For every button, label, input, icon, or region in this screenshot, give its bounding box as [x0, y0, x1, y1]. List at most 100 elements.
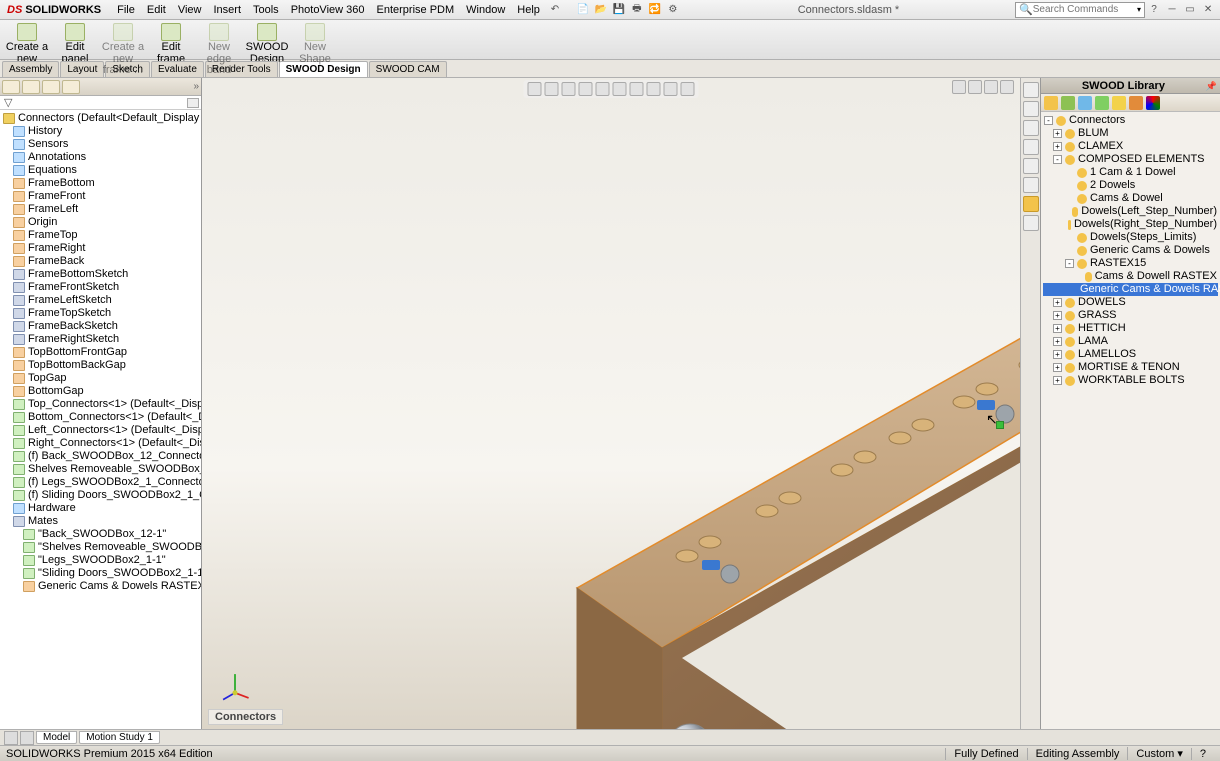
library-item[interactable]: +LAMELLOS [1043, 348, 1218, 361]
menu-insert[interactable]: Insert [207, 4, 247, 16]
feature-item[interactable]: FrameRightSketch [1, 333, 200, 346]
property-manager-tab-icon[interactable] [22, 80, 40, 94]
rebuild-icon[interactable]: 🔁 [647, 2, 663, 18]
tab-model[interactable]: Model [36, 731, 77, 744]
library-item[interactable]: Generic Cams & Dowels RASTEX [1043, 283, 1218, 296]
feature-item[interactable]: TopGap [1, 372, 200, 385]
cm-tab-layout[interactable]: Layout [60, 61, 104, 77]
feature-item[interactable]: Top_Connectors<1> (Default<_Display St. [1, 398, 200, 411]
tab-nav-prev-icon[interactable] [4, 731, 18, 745]
feature-item[interactable]: "Shelves Removeable_SWOODBox_5-1" [1, 541, 200, 554]
feature-item[interactable]: Right_Connectors<1> (Default<_Display S [1, 437, 200, 450]
tab-motion-study[interactable]: Motion Study 1 [79, 731, 160, 744]
search-input[interactable] [1033, 4, 1137, 15]
save-icon[interactable]: 💾 [611, 2, 627, 18]
feature-item[interactable]: BottomGap [1, 385, 200, 398]
lib-tool-5-icon[interactable] [1112, 96, 1126, 110]
restore-icon[interactable]: ▭ [1182, 2, 1198, 18]
panel-expander-icon[interactable]: » [193, 81, 199, 92]
view-triad[interactable] [218, 669, 252, 703]
section-view-icon[interactable] [579, 82, 593, 96]
cm-tab-swood-cam[interactable]: SWOOD CAM [369, 61, 447, 77]
view-palette-icon[interactable] [1023, 139, 1039, 155]
file-explorer-icon[interactable] [1023, 120, 1039, 136]
library-toolbar[interactable] [1041, 94, 1220, 112]
library-item[interactable]: Generic Cams & Dowels [1043, 244, 1218, 257]
zoom-area-icon[interactable] [545, 82, 559, 96]
library-item[interactable]: -COMPOSED ELEMENTS [1043, 153, 1218, 166]
menu-epdm[interactable]: Enterprise PDM [371, 4, 461, 16]
design-library-icon[interactable] [1023, 101, 1039, 117]
feature-item[interactable]: (f) Legs_SWOODBox2_1_Connectors<1> (Defa… [1, 476, 200, 489]
hide-show-icon[interactable] [630, 82, 644, 96]
search-commands[interactable]: 🔍 ▾ [1015, 2, 1145, 18]
swood-lib-icon[interactable] [1023, 196, 1039, 212]
feature-item[interactable]: (f) Sliding Doors_SWOODBox2_1_Connectors… [1, 489, 200, 502]
library-item[interactable]: +HETTICH [1043, 322, 1218, 335]
view-settings-icon[interactable] [681, 82, 695, 96]
feature-item[interactable]: Left_Connectors<1> (Default<_Display St. [1, 424, 200, 437]
task-pane-tabs[interactable] [1020, 78, 1040, 729]
scene-icon[interactable] [647, 82, 661, 96]
library-item[interactable]: -RASTEX15 [1043, 257, 1218, 270]
library-item[interactable]: +GRASS [1043, 309, 1218, 322]
library-item[interactable]: Dowels(Steps_Limits) [1043, 231, 1218, 244]
menu-window[interactable]: Window [460, 4, 511, 16]
feature-tree-tab-icon[interactable] [2, 80, 20, 94]
status-help-icon[interactable]: ? [1191, 748, 1214, 760]
feature-item[interactable]: TopBottomFrontGap [1, 346, 200, 359]
feature-item[interactable]: "Back_SWOODBox_12-1" [1, 528, 200, 541]
feature-item[interactable]: FrameTop [1, 229, 200, 242]
feature-item[interactable]: FrameBottomSketch [1, 268, 200, 281]
library-item[interactable]: Cams & Dowel [1043, 192, 1218, 205]
swood-resources-icon[interactable] [1023, 82, 1039, 98]
help-icon[interactable]: ? [1146, 2, 1162, 18]
window-min-icon[interactable] [952, 80, 966, 94]
library-item[interactable]: 2 Dowels [1043, 179, 1218, 192]
feature-item[interactable]: "Sliding Doors_SWOODBox2_1-1" [1, 567, 200, 580]
library-item[interactable]: +MORTISE & TENON [1043, 361, 1218, 374]
feature-item[interactable]: History [1, 125, 200, 138]
feature-item[interactable]: Annotations [1, 151, 200, 164]
heads-up-toolbar[interactable] [524, 80, 699, 98]
feature-item[interactable]: FrameFrontSketch [1, 281, 200, 294]
cm-tab-assembly[interactable]: Assembly [2, 61, 59, 77]
menu-file[interactable]: File [111, 4, 141, 16]
display-manager-tab-icon[interactable] [62, 80, 80, 94]
feature-item[interactable]: TopBottomBackGap [1, 359, 200, 372]
feature-item[interactable]: Origin [1, 216, 200, 229]
feature-item[interactable]: Shelves Removeable_SWOODBox_5_Connectors… [1, 463, 200, 476]
lib-tool-3-icon[interactable] [1078, 96, 1092, 110]
zoom-fit-icon[interactable] [528, 82, 542, 96]
feature-item[interactable]: Equations [1, 164, 200, 177]
feature-item[interactable]: (f) Back_SWOODBox_12_Connectors<1> (Defa… [1, 450, 200, 463]
library-item[interactable]: Cams & Dowell RASTEX [1043, 270, 1218, 283]
feature-item[interactable]: FrameBack [1, 255, 200, 268]
view-orient-icon[interactable] [596, 82, 610, 96]
menu-view[interactable]: View [172, 4, 208, 16]
feature-item[interactable]: "Legs_SWOODBox2_1-1" [1, 554, 200, 567]
feature-item[interactable]: FrameTopSketch [1, 307, 200, 320]
options-icon[interactable]: ⚙ [665, 2, 681, 18]
left-panel-tabs[interactable]: » [0, 78, 201, 96]
feature-item[interactable]: Hardware [1, 502, 200, 515]
library-item[interactable]: +DOWELS [1043, 296, 1218, 309]
appearances-icon[interactable] [1023, 158, 1039, 174]
pin-icon[interactable]: 📌 [1206, 78, 1217, 94]
tree-filter[interactable]: ▽ [0, 96, 201, 110]
custom-props-icon[interactable] [1023, 177, 1039, 193]
menu-edit[interactable]: Edit [141, 4, 172, 16]
cmd-3[interactable]: Editframe [148, 22, 194, 66]
minimize-icon[interactable]: ─ [1164, 2, 1180, 18]
print-icon[interactable]: 🖶 [629, 2, 645, 18]
library-item[interactable]: Dowels(Right_Step_Number) [1043, 218, 1218, 231]
new-doc-icon[interactable]: 📄 [575, 2, 591, 18]
cmd-1[interactable]: Editpanel [52, 22, 98, 66]
lib-tool-1-icon[interactable] [1044, 96, 1058, 110]
close-icon[interactable]: ✕ [1200, 2, 1216, 18]
library-item[interactable]: +WORKTABLE BOLTS [1043, 374, 1218, 387]
lib-tool-color-icon[interactable] [1146, 96, 1160, 110]
feature-item[interactable]: Sensors [1, 138, 200, 151]
tab-nav-next-icon[interactable] [20, 731, 34, 745]
menu-help[interactable]: Help [511, 4, 546, 16]
